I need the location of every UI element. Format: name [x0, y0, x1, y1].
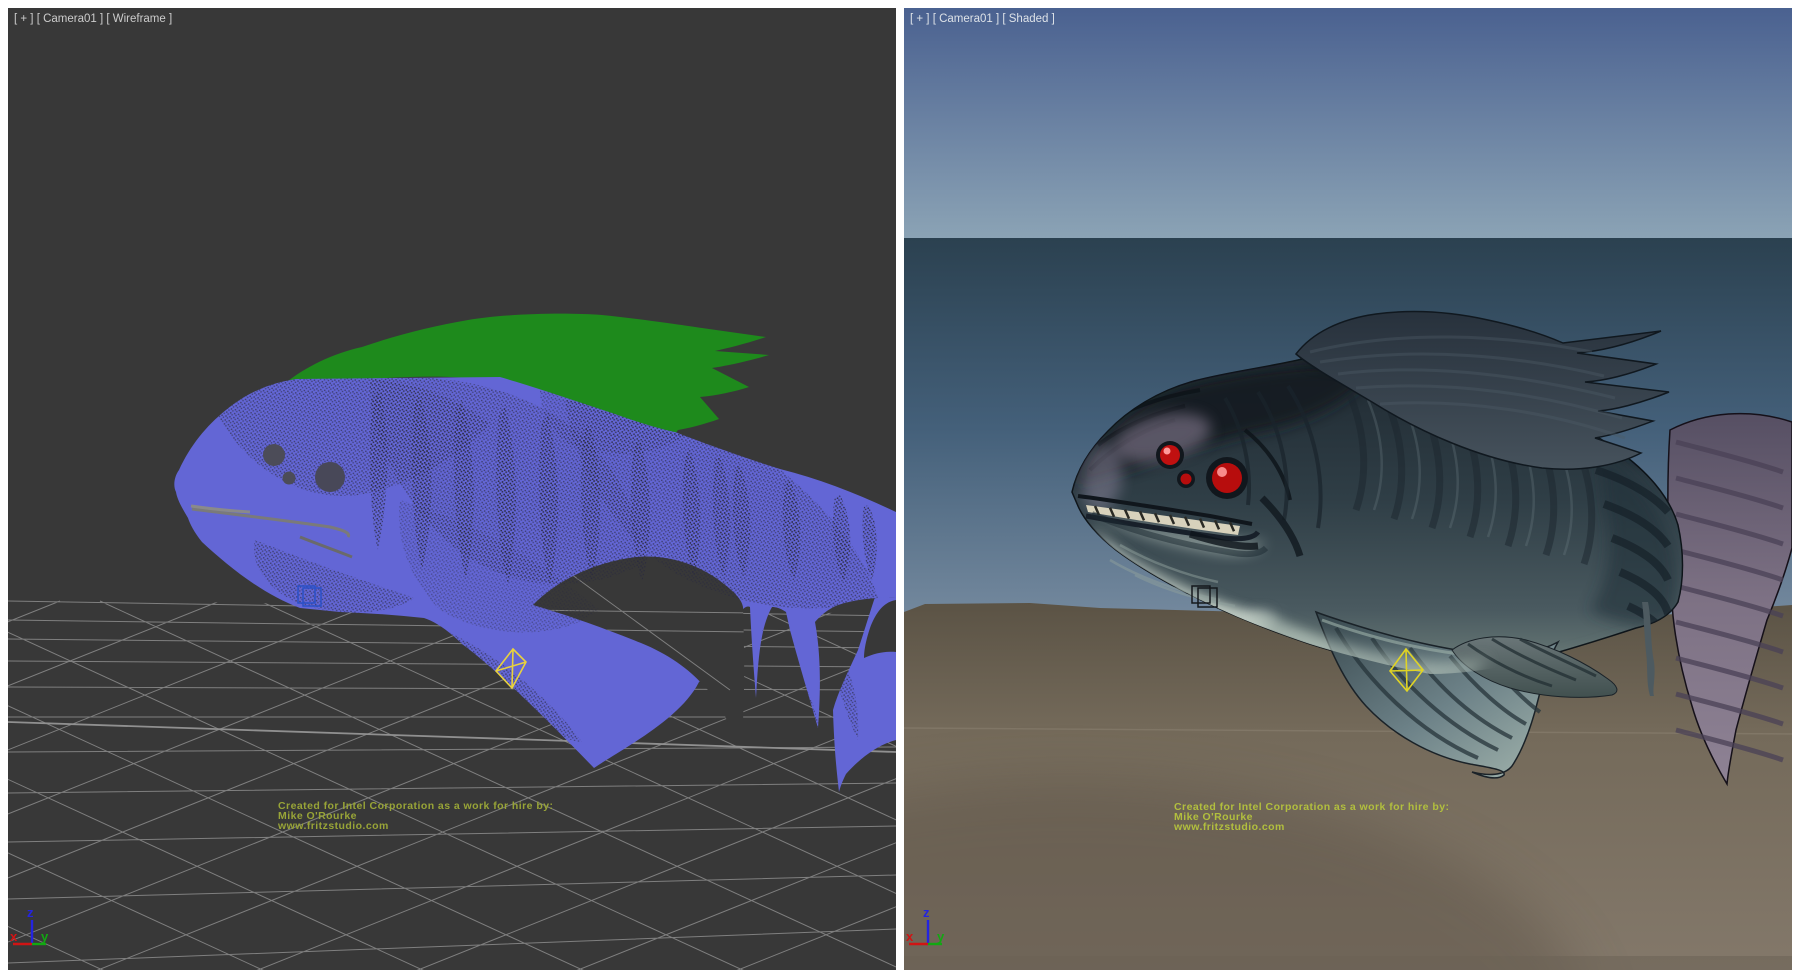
svg-text:x: x — [906, 929, 914, 944]
svg-text:[ + ] [ Camera01 ] [ Shaded ]: [ + ] [ Camera01 ] [ Shaded ] — [910, 13, 1055, 25]
svg-text:[ + ] [ Camera01 ] [ Wireframe: [ + ] [ Camera01 ] [ Wireframe ] — [14, 13, 172, 25]
svg-text:z: z — [923, 905, 930, 920]
svg-text:z: z — [27, 905, 34, 920]
svg-text:www.fritzstudio.com: www.fritzstudio.com — [277, 820, 389, 832]
svg-text:x: x — [10, 929, 18, 944]
svg-text:www.fritzstudio.com: www.fritzstudio.com — [1173, 821, 1285, 833]
svg-text:y: y — [41, 929, 49, 944]
svg-text:y: y — [937, 929, 945, 944]
